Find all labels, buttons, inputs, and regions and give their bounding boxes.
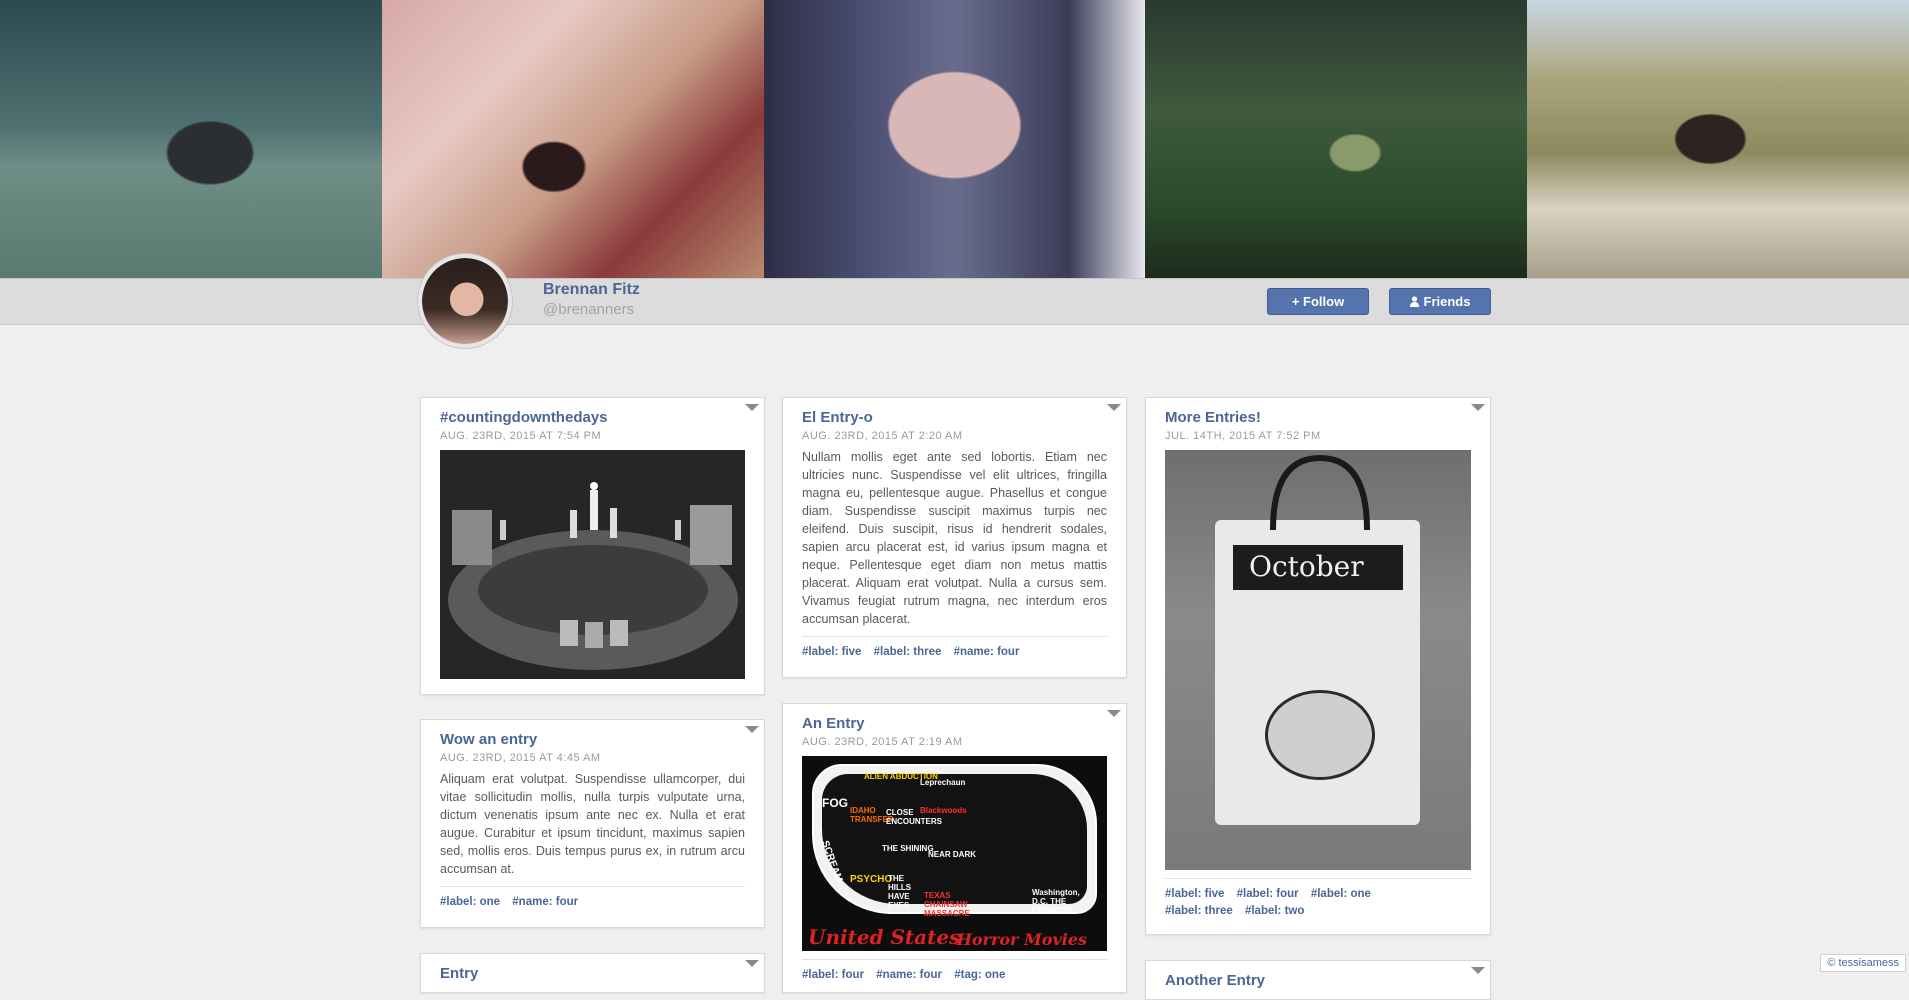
friends-label: Friends bbox=[1424, 294, 1471, 309]
header-banner bbox=[0, 0, 1909, 278]
entry-tags: #label: five #label: three #name: four bbox=[802, 636, 1107, 661]
banner-photo bbox=[1527, 0, 1909, 278]
dropdown-arrow-icon[interactable] bbox=[1471, 404, 1485, 411]
entry-title[interactable]: Another Entry bbox=[1165, 971, 1471, 991]
entry-title[interactable]: More Entries! bbox=[1165, 408, 1471, 428]
entry-card: Wow an entry AUG. 23RD, 2015 AT 4:45 AM … bbox=[420, 719, 765, 928]
tag-link[interactable]: #label: one bbox=[440, 896, 500, 908]
banner-photo bbox=[764, 0, 1146, 278]
map-label: IDAHO TRANSFER bbox=[850, 806, 890, 824]
entry-tags: #label: four #name: four #tag: one bbox=[802, 959, 1107, 984]
entry-title[interactable]: Entry bbox=[440, 964, 745, 984]
map-label: THE SHINING bbox=[882, 844, 934, 853]
dropdown-arrow-icon[interactable] bbox=[1471, 967, 1485, 974]
entry-card: More Entries! JUL. 14TH, 2015 AT 7:52 PM… bbox=[1145, 397, 1491, 935]
entry-tags: #label: five #label: four #label: one #l… bbox=[1165, 878, 1471, 920]
entry-body: Aliquam erat volutpat. Suspendisse ullam… bbox=[440, 770, 745, 878]
friends-button[interactable]: Friends bbox=[1389, 288, 1491, 315]
dropdown-arrow-icon[interactable] bbox=[1107, 404, 1121, 411]
tag-link[interactable]: #tag: one bbox=[954, 969, 1005, 981]
entry-card: Another Entry bbox=[1145, 960, 1491, 1000]
candles-image bbox=[440, 450, 745, 679]
entry-title[interactable]: #countingdownthedays bbox=[440, 408, 745, 428]
map-label: THE HILLS HAVE EYES bbox=[888, 874, 928, 910]
avatar-image bbox=[422, 258, 508, 344]
tag-link[interactable]: #label: three bbox=[1165, 905, 1233, 917]
pumpkin-drawing bbox=[1265, 690, 1375, 780]
tag-link[interactable]: #label: five bbox=[802, 646, 861, 658]
map-label: NEAR DARK bbox=[928, 850, 976, 859]
tag-link[interactable]: #label: four bbox=[802, 969, 864, 981]
entry-card: An Entry AUG. 23RD, 2015 AT 2:19 AM ALIE… bbox=[782, 703, 1127, 993]
map-label: TEXAS CHAINSAW MASSACRE bbox=[924, 891, 984, 918]
entry-date: AUG. 23RD, 2015 AT 4:45 AM bbox=[440, 750, 745, 766]
dropdown-arrow-icon[interactable] bbox=[745, 726, 759, 733]
entry-date: JUL. 14TH, 2015 AT 7:52 PM bbox=[1165, 428, 1471, 444]
user-icon bbox=[1410, 296, 1419, 307]
follow-label: + Follow bbox=[1292, 294, 1344, 309]
entry-image[interactable]: ALIEN ABDUCTION Leprechaun FOG IDAHO TRA… bbox=[802, 756, 1107, 951]
entry-date: AUG. 23RD, 2015 AT 2:20 AM bbox=[802, 428, 1107, 444]
entry-body: Nullam mollis eget ante sed lobortis. Et… bbox=[802, 448, 1107, 628]
entry-title[interactable]: An Entry bbox=[802, 714, 1107, 734]
banner-photo bbox=[1145, 0, 1527, 278]
map-label: Washington, D.C. THE EXORCIST bbox=[1032, 888, 1087, 915]
banner-photo bbox=[0, 0, 382, 278]
tag-link[interactable]: #label: three bbox=[874, 646, 942, 658]
dropdown-arrow-icon[interactable] bbox=[745, 404, 759, 411]
follow-button[interactable]: + Follow bbox=[1267, 288, 1369, 315]
sketchbook-strap bbox=[1265, 450, 1375, 530]
tag-link[interactable]: #name: four bbox=[954, 646, 1020, 658]
dropdown-arrow-icon[interactable] bbox=[1107, 710, 1121, 717]
entry-title[interactable]: El Entry-o bbox=[802, 408, 1107, 428]
entry-date: AUG. 23RD, 2015 AT 7:54 PM bbox=[440, 428, 745, 444]
entry-card: El Entry-o AUG. 23RD, 2015 AT 2:20 AM Nu… bbox=[782, 397, 1127, 678]
map-title: United States bbox=[808, 925, 960, 949]
avatar[interactable] bbox=[418, 254, 512, 348]
entry-image[interactable] bbox=[440, 450, 745, 679]
tag-link[interactable]: #label: two bbox=[1245, 905, 1304, 917]
profile-bar bbox=[0, 278, 1909, 325]
entry-image[interactable]: October bbox=[1165, 450, 1471, 870]
dropdown-arrow-icon[interactable] bbox=[745, 960, 759, 967]
october-text: October bbox=[1249, 550, 1364, 583]
map-label: FOG bbox=[822, 796, 848, 810]
credit-watermark[interactable]: © tessisamess bbox=[1820, 954, 1906, 972]
map-label: Blackwoods bbox=[920, 806, 967, 815]
tag-link[interactable]: #label: five bbox=[1165, 888, 1224, 900]
entry-card: #countingdownthedays AUG. 23RD, 2015 AT … bbox=[420, 397, 765, 695]
entry-card: Entry bbox=[420, 953, 765, 993]
banner-photo bbox=[382, 0, 764, 278]
tag-link[interactable]: #label: one bbox=[1311, 888, 1371, 900]
tag-link[interactable]: #name: four bbox=[512, 896, 578, 908]
profile-name[interactable]: Brennan Fitz bbox=[543, 281, 640, 299]
tag-link[interactable]: #label: four bbox=[1237, 888, 1299, 900]
map-subtitle: Horror Movies bbox=[957, 930, 1087, 949]
entry-tags: #label: one #name: four bbox=[440, 886, 745, 911]
tag-link[interactable]: #name: four bbox=[876, 969, 942, 981]
profile-handle: @brenanners bbox=[543, 301, 634, 318]
map-label: Leprechaun bbox=[920, 778, 965, 787]
map-label: PSYCHO bbox=[850, 874, 892, 885]
entry-date: AUG. 23RD, 2015 AT 2:19 AM bbox=[802, 734, 1107, 750]
entry-title[interactable]: Wow an entry bbox=[440, 730, 745, 750]
